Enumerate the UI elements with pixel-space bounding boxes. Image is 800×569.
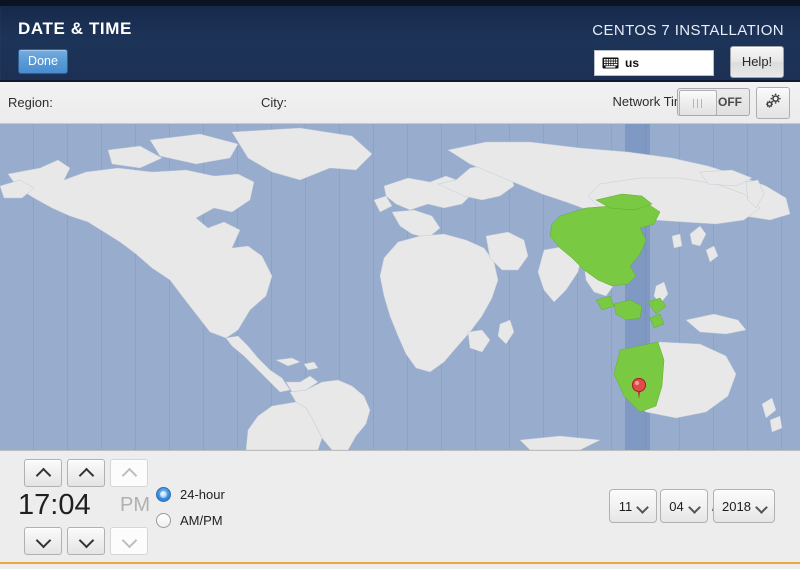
keyboard-icon	[602, 57, 619, 69]
format-option-label: 24-hour	[180, 487, 225, 502]
world-map	[0, 127, 791, 450]
timezone-map[interactable]	[0, 124, 800, 450]
month-dropdown[interactable]: 11	[609, 489, 657, 523]
radio-24-hour[interactable]	[156, 487, 171, 502]
done-button[interactable]: Done	[18, 49, 68, 74]
month-value: 11	[618, 498, 633, 514]
footer-strip	[0, 564, 800, 569]
hours-down-button[interactable]	[24, 527, 62, 555]
chevron-down-icon	[80, 537, 93, 545]
region-label: Region:	[8, 95, 53, 110]
chevron-up-icon	[123, 469, 136, 477]
format-option-am-pm[interactable]: AM/PM	[156, 513, 223, 528]
time-display: 17:04	[18, 489, 91, 522]
help-button[interactable]: Help!	[730, 46, 784, 78]
day-dropdown[interactable]: 04	[660, 489, 708, 523]
radio-am-pm[interactable]	[156, 513, 171, 528]
network-time-state: OFF	[718, 95, 742, 109]
chevron-down-icon	[638, 503, 647, 509]
installer-header: DATE & TIME Done CENTOS 7 INSTALLATION u…	[0, 6, 800, 82]
minutes-value: 04	[58, 489, 91, 521]
date-time-screen: DATE & TIME Done CENTOS 7 INSTALLATION u…	[0, 0, 800, 569]
ampm-value: PM	[120, 494, 150, 516]
year-dropdown[interactable]: 2018	[713, 489, 775, 523]
toggle-knob	[679, 90, 717, 115]
gear-icon	[763, 92, 783, 115]
minutes-down-button[interactable]	[67, 527, 105, 555]
chevron-down-icon	[37, 537, 50, 545]
chevron-up-icon	[80, 469, 93, 477]
keyboard-layout-indicator[interactable]: us	[594, 50, 714, 76]
ampm-up-button	[110, 459, 148, 487]
ampm-down-button	[110, 527, 148, 555]
chevron-down-icon	[690, 503, 699, 509]
chevron-up-icon	[37, 469, 50, 477]
keyboard-layout-label: us	[625, 56, 640, 70]
network-time-settings-button[interactable]	[756, 87, 790, 119]
city-label: City:	[261, 95, 287, 110]
minutes-up-button[interactable]	[67, 459, 105, 487]
installation-title: CENTOS 7 INSTALLATION	[592, 22, 784, 39]
chevron-down-icon	[123, 537, 136, 545]
format-option-label: AM/PM	[180, 513, 223, 528]
chevron-down-icon	[757, 503, 766, 509]
page-title: DATE & TIME	[18, 19, 132, 38]
network-time-toggle[interactable]: OFF	[677, 88, 750, 116]
location-pin-icon	[631, 378, 647, 399]
year-value: 2018	[722, 498, 751, 514]
hours-value: 17	[18, 489, 51, 521]
hours-up-button[interactable]	[24, 459, 62, 487]
day-value: 04	[669, 498, 684, 514]
format-option-24-hour[interactable]: 24-hour	[156, 487, 225, 502]
